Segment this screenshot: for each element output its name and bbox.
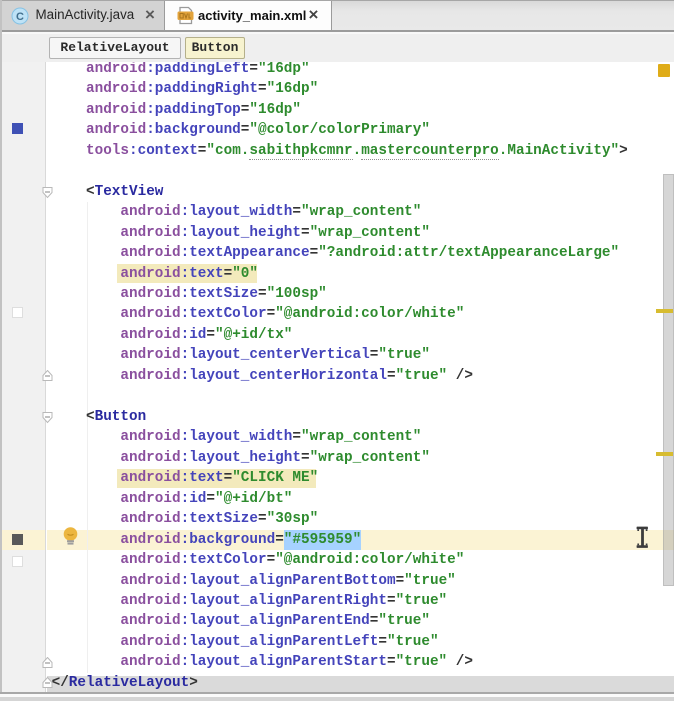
svg-text:C: C (16, 11, 24, 23)
